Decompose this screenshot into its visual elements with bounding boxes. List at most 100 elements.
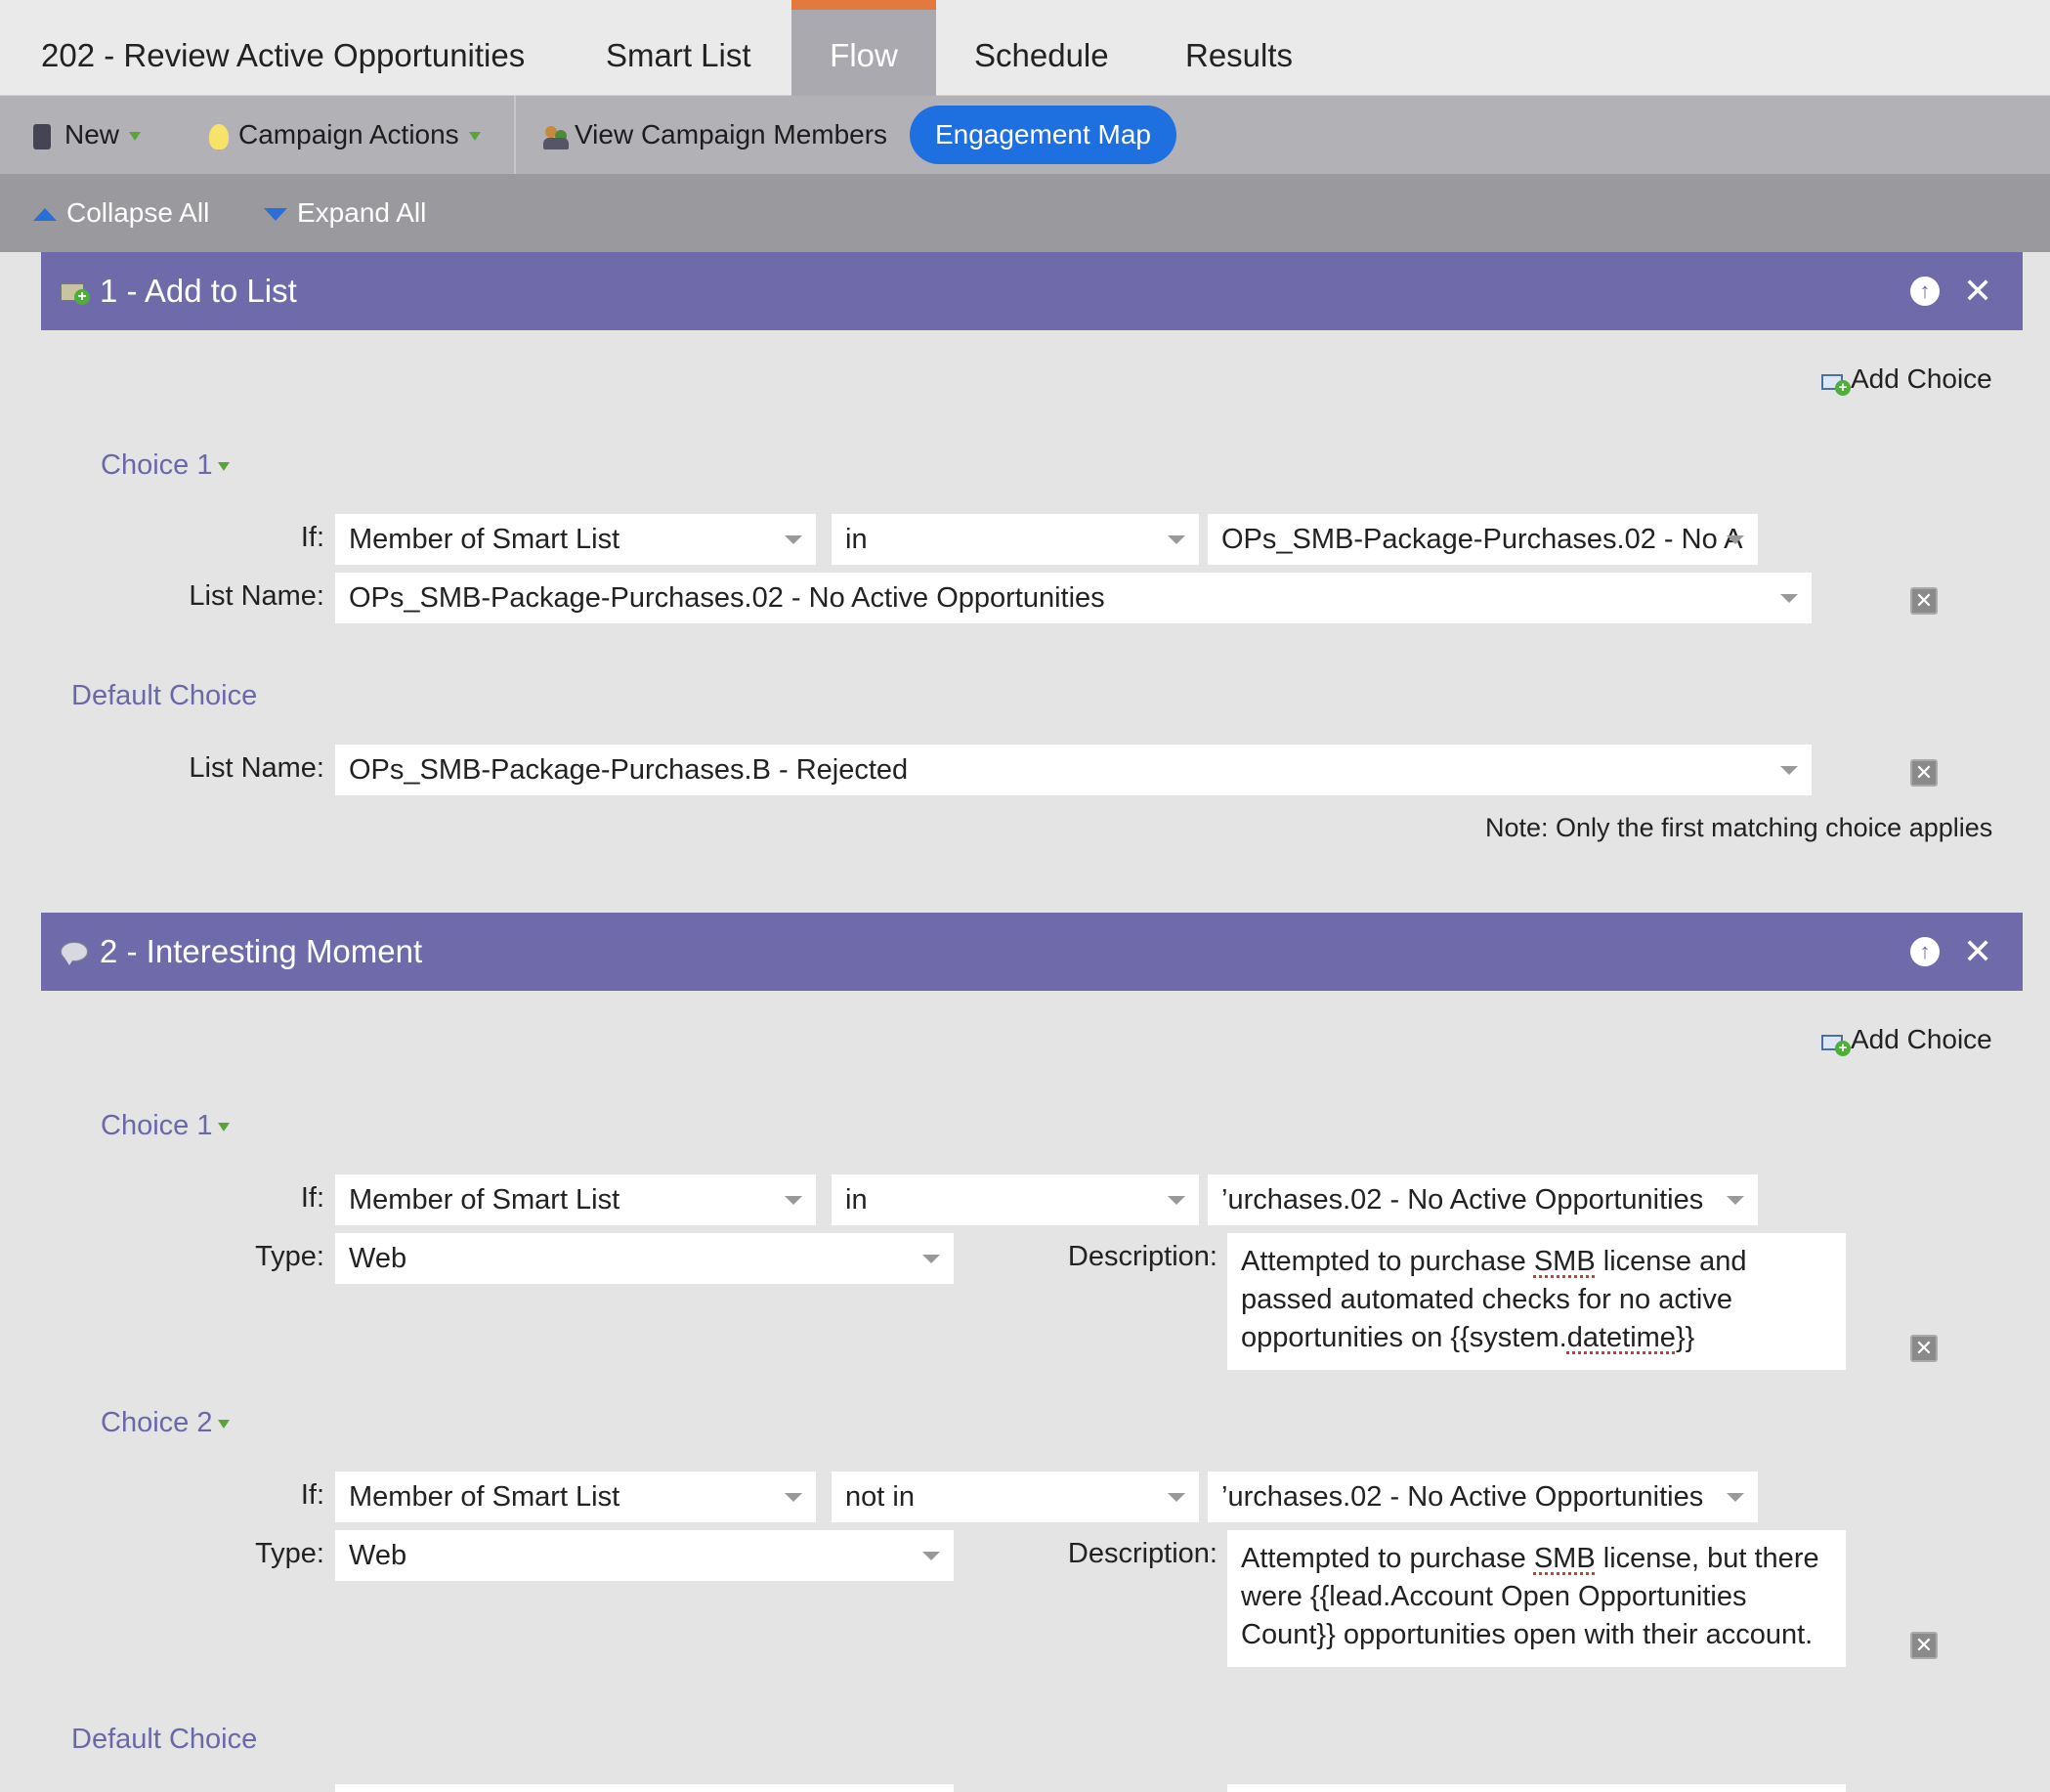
collapse-all-button[interactable]: Collapse All (33, 174, 209, 252)
step-2-header[interactable]: 2 - Interesting Moment ↑ ✕ (41, 913, 2023, 991)
dropdown-arrow-icon (1168, 1196, 1185, 1205)
condition-select[interactable]: Member of Smart List (335, 1472, 816, 1522)
list-name-label: List Name: (189, 580, 324, 612)
type-select[interactable]: Web (335, 1233, 954, 1284)
chevron-down-icon (468, 132, 481, 142)
operator-value: in (845, 1184, 868, 1216)
move-up-icon[interactable]: ↑ (1910, 937, 1940, 966)
add-choice-button[interactable]: + Add Choice (1821, 363, 1992, 396)
new-menu-label: New (64, 119, 120, 149)
type-value: Web (349, 1243, 407, 1274)
campaign-actions-menu[interactable]: Campaign Actions (209, 96, 481, 174)
dropdown-arrow-icon (785, 535, 802, 544)
campaign-actions-label: Campaign Actions (238, 119, 459, 149)
condition-value: Member of Smart List (349, 524, 620, 555)
description-text: }} (1675, 1322, 1695, 1353)
choice-1-heading[interactable]: Choice 1 (101, 449, 231, 482)
operator-value: in (845, 524, 868, 555)
operator-value: not in (845, 1481, 915, 1513)
view-campaign-members-button[interactable]: View Campaign Members (543, 96, 887, 174)
description-textarea[interactable]: Attempted to purchase SMB license, but t… (1227, 1530, 1846, 1667)
dropdown-arrow-icon (785, 1493, 802, 1502)
step-2-title: 2 - Interesting Moment (100, 933, 423, 969)
if-label: If: (300, 1182, 324, 1214)
chevron-down-icon (218, 1122, 231, 1131)
dropdown-arrow-icon (1780, 766, 1798, 775)
default-description-textarea[interactable] (1227, 1784, 1846, 1792)
expand-all-button[interactable]: Expand All (264, 174, 426, 252)
smart-list-value: OPs_SMB-Package-Purchases.02 - No A (1221, 524, 1743, 555)
move-up-icon[interactable]: ↑ (1910, 277, 1940, 306)
if-label: If: (300, 1479, 324, 1511)
add-choice-label: Add Choice (1851, 363, 1992, 394)
chevron-down-icon (129, 132, 142, 142)
add-choice-icon: + (1821, 1027, 1851, 1056)
description-textarea[interactable]: Attempted to purchase SMB license and pa… (1227, 1233, 1846, 1370)
dropdown-arrow-icon (1727, 1196, 1744, 1205)
dropdown-arrow-icon (922, 1255, 940, 1263)
tab-schedule[interactable]: Schedule (974, 0, 1109, 96)
description-label: Description: (1067, 1241, 1217, 1272)
default-list-name-value: OPs_SMB-Package-Purchases.B - Rejected (349, 754, 909, 786)
tab-results[interactable]: Results (1185, 0, 1293, 96)
type-select[interactable]: Web (335, 1530, 954, 1581)
campaign-title-tab[interactable]: 202 - Review Active Opportunities (41, 0, 525, 96)
operator-select[interactable]: in (832, 1174, 1199, 1225)
smart-list-value: ’urchases.02 - No Active Opportunities (1221, 1184, 1704, 1216)
step-1-title: 1 - Add to List (100, 273, 297, 309)
speech-bubble-icon (61, 938, 90, 965)
default-type-select[interactable] (335, 1784, 954, 1792)
tab-smart-list[interactable]: Smart List (606, 0, 751, 96)
condition-value: Member of Smart List (349, 1481, 620, 1513)
new-document-icon (33, 123, 51, 149)
default-list-name-select[interactable]: OPs_SMB-Package-Purchases.B - Rejected (335, 745, 1812, 795)
expand-all-label: Expand All (297, 197, 427, 228)
collapse-icon (33, 208, 57, 222)
close-icon[interactable]: ✕ (1963, 274, 1992, 309)
people-icon (543, 124, 571, 149)
new-menu[interactable]: New (33, 96, 142, 174)
default-choice-heading: Default Choice (71, 680, 258, 711)
chevron-down-icon (218, 1419, 231, 1429)
operator-select[interactable]: in (832, 514, 1199, 565)
description-text: Attempted to purchase (1241, 1543, 1534, 1574)
smart-list-select[interactable]: ’urchases.02 - No Active Opportunities (1208, 1174, 1758, 1225)
if-label: If: (300, 522, 324, 553)
condition-select[interactable]: Member of Smart List (335, 1174, 816, 1225)
dropdown-arrow-icon (1168, 535, 1185, 544)
spellcheck-word: datetime (1566, 1322, 1676, 1353)
chevron-down-icon (218, 461, 231, 471)
delete-choice-icon[interactable]: ✕ (1910, 587, 1938, 615)
list-name-select[interactable]: OPs_SMB-Package-Purchases.02 - No Active… (335, 573, 1812, 623)
smart-list-select[interactable]: ’urchases.02 - No Active Opportunities (1208, 1472, 1758, 1522)
choice-2-label: Choice 2 (101, 1407, 213, 1438)
description-label: Description: (1067, 1538, 1217, 1569)
choice-2-heading[interactable]: Choice 2 (101, 1407, 231, 1439)
first-match-note: Note: Only the first matching choice app… (1485, 813, 1993, 842)
add-choice-icon: + (1821, 366, 1851, 396)
dropdown-arrow-icon (785, 1196, 802, 1205)
close-icon[interactable]: ✕ (1963, 934, 1992, 969)
collapse-all-label: Collapse All (66, 197, 210, 228)
step-1-header[interactable]: + 1 - Add to List ↑ ✕ (41, 252, 2023, 330)
default-choice-heading: Default Choice (71, 1724, 258, 1755)
smart-list-value: ’urchases.02 - No Active Opportunities (1221, 1481, 1704, 1513)
tab-flow[interactable]: Flow (791, 0, 936, 96)
delete-choice-icon[interactable]: ✕ (1910, 1335, 1938, 1362)
delete-choice-icon[interactable]: ✕ (1910, 759, 1938, 787)
expand-icon (264, 208, 287, 222)
add-to-list-icon: + (61, 277, 90, 305)
choice-1-label: Choice 1 (101, 1110, 213, 1141)
operator-select[interactable]: not in (832, 1472, 1199, 1522)
dropdown-arrow-icon (1168, 1493, 1185, 1502)
condition-value: Member of Smart List (349, 1184, 620, 1216)
add-choice-button[interactable]: + Add Choice (1821, 1024, 1992, 1056)
engagement-map-button[interactable]: Engagement Map (910, 106, 1176, 164)
smart-list-select[interactable]: OPs_SMB-Package-Purchases.02 - No A (1208, 514, 1758, 565)
toolbar-divider (514, 96, 516, 174)
condition-select[interactable]: Member of Smart List (335, 514, 816, 565)
choice-1-label: Choice 1 (101, 449, 213, 481)
spellcheck-word: SMB (1533, 1246, 1596, 1277)
delete-choice-icon[interactable]: ✕ (1910, 1632, 1938, 1659)
choice-1-heading[interactable]: Choice 1 (101, 1110, 231, 1142)
